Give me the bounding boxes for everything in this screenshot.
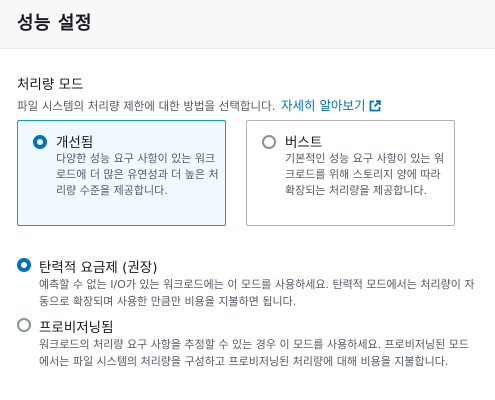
- learn-more-label[interactable]: 자세히 알아보기: [281, 98, 365, 113]
- radio-enhanced[interactable]: [33, 135, 47, 149]
- page-title: 성능 설정: [17, 13, 93, 34]
- throughput-mode-title: 처리량 모드: [17, 77, 84, 93]
- tile-bursting-label: 버스트: [285, 135, 323, 151]
- radio-provisioned[interactable]: [17, 318, 31, 332]
- learn-more-link[interactable]: 자세히 알아보기: [281, 98, 381, 113]
- tile-enhanced[interactable]: 개선됨 다양한 성능 요구 사항이 있는 워크로드에 더 많은 유연성과 더 높…: [17, 120, 226, 226]
- radio-bursting[interactable]: [262, 135, 276, 149]
- tile-enhanced-description: 다양한 성능 요구 사항이 있는 워크로드에 더 많은 유연성과 더 높은 처리…: [56, 152, 219, 197]
- throughput-mode-description: 파일 시스템의 처리량 제한에 대한 방법을 선택합니다. 자세히 알아보기: [17, 95, 381, 114]
- option-provisioned-label: 프로비저닝됨: [39, 320, 114, 336]
- tile-bursting-description: 기본적인 성능 요구 사항이 있는 워크로드를 위해 스토리지 양에 따라 확장…: [285, 152, 445, 197]
- throughput-description-text: 파일 시스템의 처리량 제한에 대한 방법을 선택합니다.: [17, 99, 276, 113]
- tile-bursting[interactable]: 버스트 기본적인 성능 요구 사항이 있는 워크로드를 위해 스토리지 양에 따…: [246, 120, 455, 226]
- tile-enhanced-label: 개선됨: [56, 135, 94, 151]
- radio-elastic[interactable]: [17, 258, 31, 272]
- option-elastic-description: 예측할 수 없는 I/O가 있는 워크로드에는 이 모드를 사용하세요. 탄력적…: [39, 278, 475, 308]
- header-bar: 성능 설정: [0, 0, 495, 49]
- external-link-icon[interactable]: [369, 100, 381, 112]
- option-elastic-label: 탄력적 요금제 (권장): [39, 260, 158, 276]
- option-provisioned-description: 워크로드의 처리량 요구 사항을 추정할 수 있는 경우 이 모드를 사용하세요…: [39, 338, 470, 368]
